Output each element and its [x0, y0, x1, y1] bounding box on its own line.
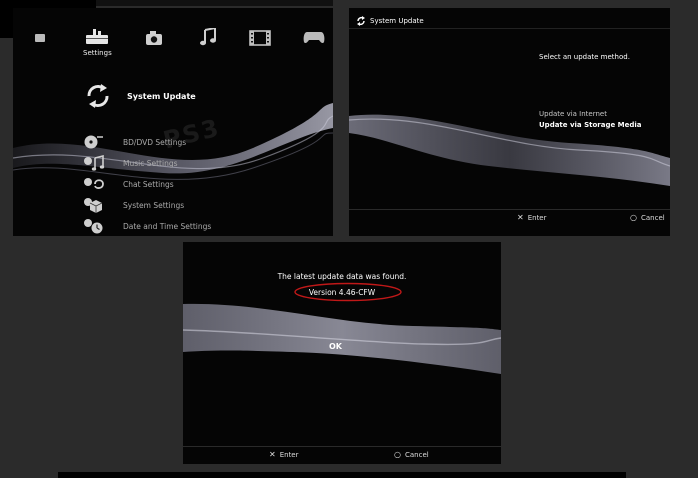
xmb-item-system-settings[interactable]: System Settings: [83, 197, 184, 213]
cancel-label: Cancel: [404, 450, 429, 459]
category-photo[interactable]: [145, 30, 163, 46]
footer-divider: [183, 446, 501, 447]
enter-button[interactable]: ✕ Enter: [517, 213, 547, 222]
music-note-icon: [84, 155, 105, 171]
enter-label: Enter: [527, 213, 547, 222]
version-highlight-circle: [294, 282, 402, 302]
screenshot-collage: PS3 Settings System Update BD/DVD Settin…: [0, 0, 698, 478]
category-users[interactable]: [33, 30, 47, 44]
xmb-item-label: System Settings: [123, 200, 185, 210]
update-method-panel: System Update Select an update method. U…: [349, 8, 670, 236]
panel-title: System Update: [370, 17, 424, 25]
enter-button[interactable]: ✕ Enter: [269, 450, 299, 459]
music-icon: [200, 28, 216, 46]
category-game[interactable]: [303, 30, 325, 44]
update-method-prompt: Select an update method.: [539, 53, 630, 61]
enter-label: Enter: [279, 450, 299, 459]
xmb-item-music-settings[interactable]: Music Settings: [83, 155, 178, 171]
cross-button-icon: ✕: [517, 213, 524, 222]
settings-toolbox-icon: [86, 29, 109, 44]
cancel-label: Cancel: [640, 213, 665, 222]
circle-button-icon: ○: [394, 450, 401, 459]
cancel-button[interactable]: ○ Cancel: [394, 450, 429, 459]
option-update-via-internet[interactable]: Update via Internet: [539, 110, 607, 118]
cross-button-icon: ✕: [269, 450, 276, 459]
users-icon: [35, 34, 45, 42]
xmb-item-label: BD/DVD Settings: [123, 137, 187, 147]
xmb-item-chat-settings[interactable]: Chat Settings: [83, 176, 174, 192]
system-settings-icon: [84, 198, 103, 213]
chat-icon: [84, 178, 104, 189]
camera-icon: [146, 31, 162, 45]
ok-button[interactable]: OK: [329, 342, 342, 351]
xmb-item-label: Date and Time Settings: [123, 221, 212, 231]
xmb-item-label: Music Settings: [123, 158, 178, 168]
category-music[interactable]: [199, 28, 217, 46]
category-settings[interactable]: Settings: [83, 26, 112, 57]
xmb-item-label: System Update: [127, 91, 196, 101]
cancel-button[interactable]: ○ Cancel: [630, 213, 665, 222]
header-divider: [349, 28, 670, 29]
circle-button-icon: ○: [630, 213, 637, 222]
update-found-message: The latest update data was found.: [277, 272, 407, 281]
system-update-icon: [357, 16, 365, 26]
xmb-item-system-update[interactable]: System Update: [83, 82, 196, 110]
xmb-item-bd-dvd-settings[interactable]: BD/DVD Settings: [83, 134, 186, 150]
clock-icon: [84, 219, 103, 234]
bottom-strip: [58, 472, 626, 478]
system-update-icon: [87, 84, 109, 108]
category-label: Settings: [83, 49, 112, 57]
category-video[interactable]: [249, 30, 271, 46]
xmb-item-label: Chat Settings: [123, 179, 174, 189]
video-icon: [249, 30, 271, 46]
xmb-settings-panel: PS3 Settings System Update BD/DVD Settin…: [13, 8, 333, 236]
option-update-via-storage-media[interactable]: Update via Storage Media: [539, 121, 642, 129]
footer-divider: [349, 209, 670, 210]
gamepad-icon: [303, 32, 325, 44]
xmb-item-date-time-settings[interactable]: Date and Time Settings: [83, 218, 211, 234]
disc-icon: [84, 135, 103, 149]
top-bar-strip: [96, 0, 333, 6]
update-found-panel: The latest update data was found. Versio…: [183, 242, 501, 464]
panel-header: System Update: [356, 16, 424, 26]
